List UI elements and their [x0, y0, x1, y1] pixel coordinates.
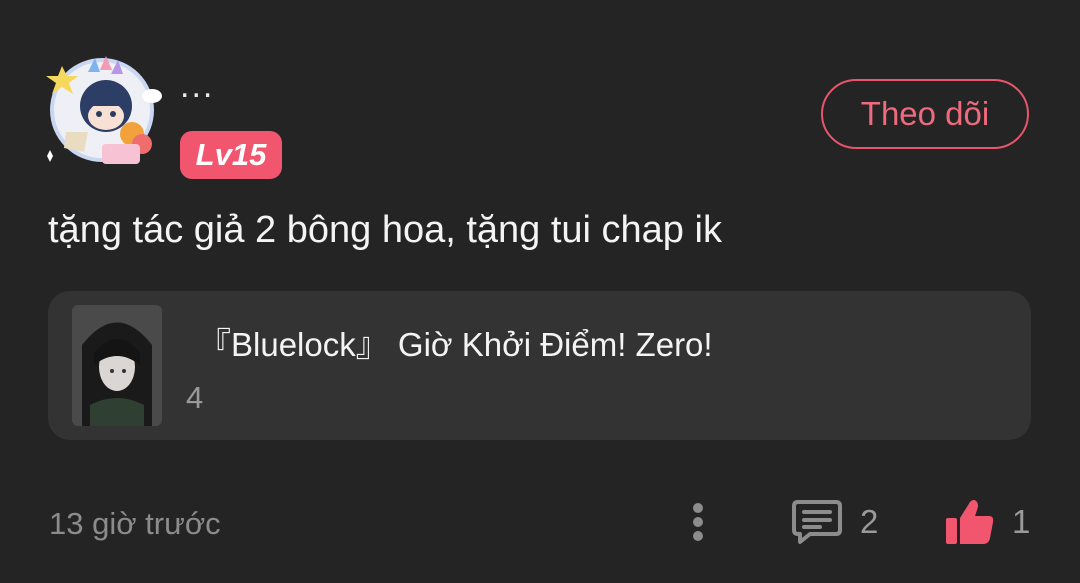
- avatar-image: [46, 56, 162, 164]
- story-cover-image: [72, 305, 162, 426]
- reply-count: 2: [860, 503, 879, 540]
- story-title: 『Bluelock』 Giờ Khởi Điểm! Zero!: [198, 326, 713, 363]
- like-button[interactable]: 1: [944, 496, 1044, 548]
- vertical-ellipsis-icon: [693, 503, 703, 541]
- comment-text: tặng tác giả 2 bông hoa, tặng tui chap i…: [48, 209, 722, 251]
- like-count: 1: [1012, 503, 1031, 540]
- level-badge: Lv15: [180, 131, 282, 179]
- story-card[interactable]: 『Bluelock』 Giờ Khởi Điểm! Zero! 4: [48, 291, 1031, 440]
- reply-button[interactable]: 2: [790, 496, 890, 548]
- comment-bubble-icon: [792, 500, 842, 544]
- comment-timestamp: 13 giờ trước: [49, 506, 221, 541]
- story-chapter: 4: [186, 380, 204, 415]
- follow-button[interactable]: Theo dõi: [821, 79, 1029, 149]
- thumbs-up-icon: [946, 500, 994, 544]
- more-options-button[interactable]: [680, 498, 716, 546]
- username[interactable]: ...: [180, 66, 214, 106]
- user-avatar[interactable]: [40, 52, 165, 167]
